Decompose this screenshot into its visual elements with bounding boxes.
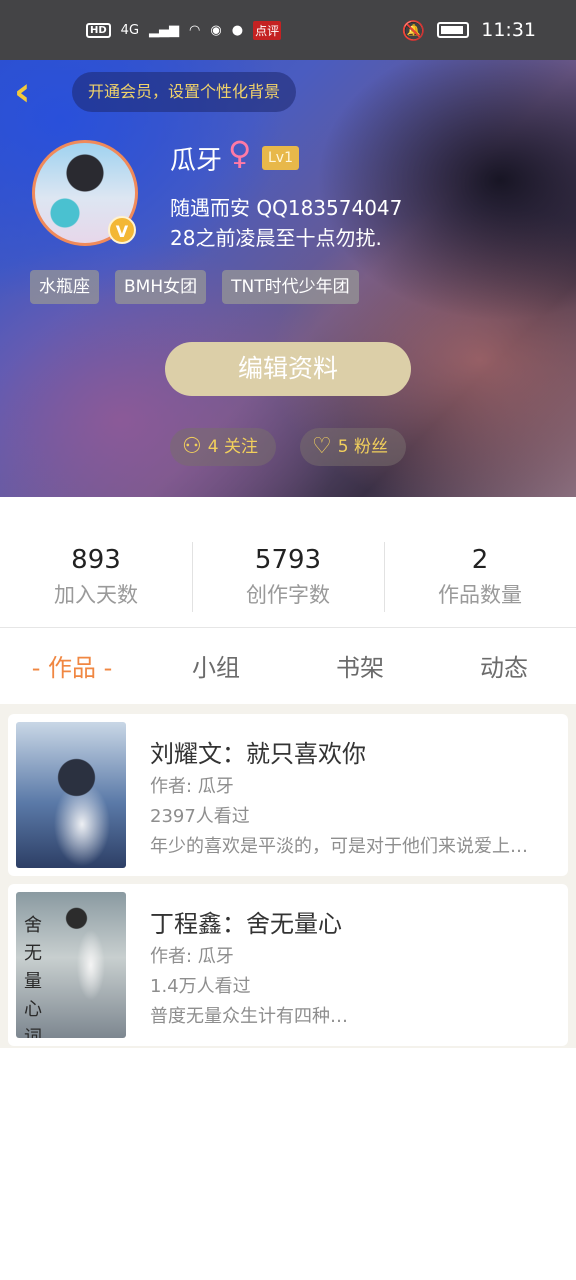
stat-words: 5793 创作字数 [192,540,384,614]
following-button[interactable]: ⚇ 4 关注 [170,428,276,466]
verified-badge-icon: V [108,216,136,244]
stat-works: 2 作品数量 [384,540,576,614]
stat-days: 893 加入天数 [0,540,192,614]
stat-label: 创作字数 [246,583,330,607]
battery-icon [437,22,470,38]
username: 瓜牙 [170,146,223,176]
book-author: 作者: 瓜牙 [150,946,234,967]
hd-icon: HD [86,22,111,38]
back-chevron-icon[interactable]: ‹ [14,72,54,112]
stat-value: 893 [71,545,121,575]
status-right: 🔕 11:31 [402,19,536,42]
tag-item[interactable]: TNT时代少年团 [222,270,359,304]
divider [0,627,576,628]
app-notification-icon: ◉ [210,22,222,38]
qq-icon: ● [231,22,244,38]
edit-profile-button[interactable]: 编辑资料 [165,342,411,396]
tag-item[interactable]: BMH女团 [115,270,207,304]
work-card[interactable]: 舍无量心词 丁程鑫：舍无量心 作者: 瓜牙 1.4万人看过 普度无量众生计有四种… [8,884,568,1046]
add-user-icon: ⚇ [182,434,202,459]
heart-icon: ♡ [312,434,332,459]
book-title: 刘耀文：就只喜欢你 [150,740,366,768]
book-cover-image: 舍无量心词 [16,892,126,1038]
wifi-icon: ◠ [189,22,201,38]
cover-calligraphy: 舍无量心词 [24,915,42,1038]
tab-groups[interactable]: 小组 [144,640,288,696]
stat-label: 作品数量 [438,583,522,607]
vip-background-button[interactable]: 开通会员，设置个性化背景 [72,72,297,112]
status-time: 11:31 [481,19,536,41]
book-views: 2397人看过 [150,806,250,827]
following-label: 4 关注 [207,437,258,457]
book-description: 年少的喜欢是平淡的，可是对于他们来说爱上… [150,836,528,857]
bio-line-1: 随遇而安 QQ183574047 [170,196,403,220]
female-gender-icon: ♀ [228,134,252,172]
network-icon: 4G [120,22,140,38]
tag-item[interactable]: 水瓶座 [30,270,99,304]
tab-bar: - 作品 - 小组 书架 动态 [0,640,576,696]
profile-header: HD 4G ▂▄▆ ◠ ◉ ● 点评 🔕 11:31 ‹ 开通会员，设置个性化背… [0,0,576,497]
status-left: HD 4G ▂▄▆ ◠ ◉ ● 点评 [86,20,282,40]
stat-value: 2 [471,545,489,575]
book-cover-image [16,722,126,868]
tab-works[interactable]: - 作品 - [0,640,144,696]
bio-line-2: 28之前凌晨至十点勿扰. [170,226,382,250]
tab-bookshelf[interactable]: 书架 [288,640,432,696]
fans-button[interactable]: ♡ 5 粉丝 [300,428,406,466]
book-title: 丁程鑫：舍无量心 [150,910,342,938]
book-author: 作者: 瓜牙 [150,776,234,797]
book-description: 普度无量众生计有四种… [150,1006,348,1027]
app-badge-icon: 点评 [253,20,282,40]
tag-list: 水瓶座 BMH女团 TNT时代少年团 [30,270,359,304]
tab-activity[interactable]: 动态 [432,640,576,696]
level-badge: Lv1 [262,146,299,170]
stat-label: 加入天数 [54,583,138,607]
stats-row: 893 加入天数 5793 创作字数 2 作品数量 [0,540,576,614]
book-views: 1.4万人看过 [150,976,251,997]
status-bar: HD 4G ▂▄▆ ◠ ◉ ● 点评 🔕 11:31 [0,0,576,60]
stat-value: 5793 [254,545,322,575]
fans-label: 5 粉丝 [337,437,388,457]
signal-icon: ▂▄▆ [149,22,180,38]
mute-icon: 🔕 [401,19,426,42]
work-card[interactable]: 刘耀文：就只喜欢你 作者: 瓜牙 2397人看过 年少的喜欢是平淡的，可是对于他… [8,714,568,876]
